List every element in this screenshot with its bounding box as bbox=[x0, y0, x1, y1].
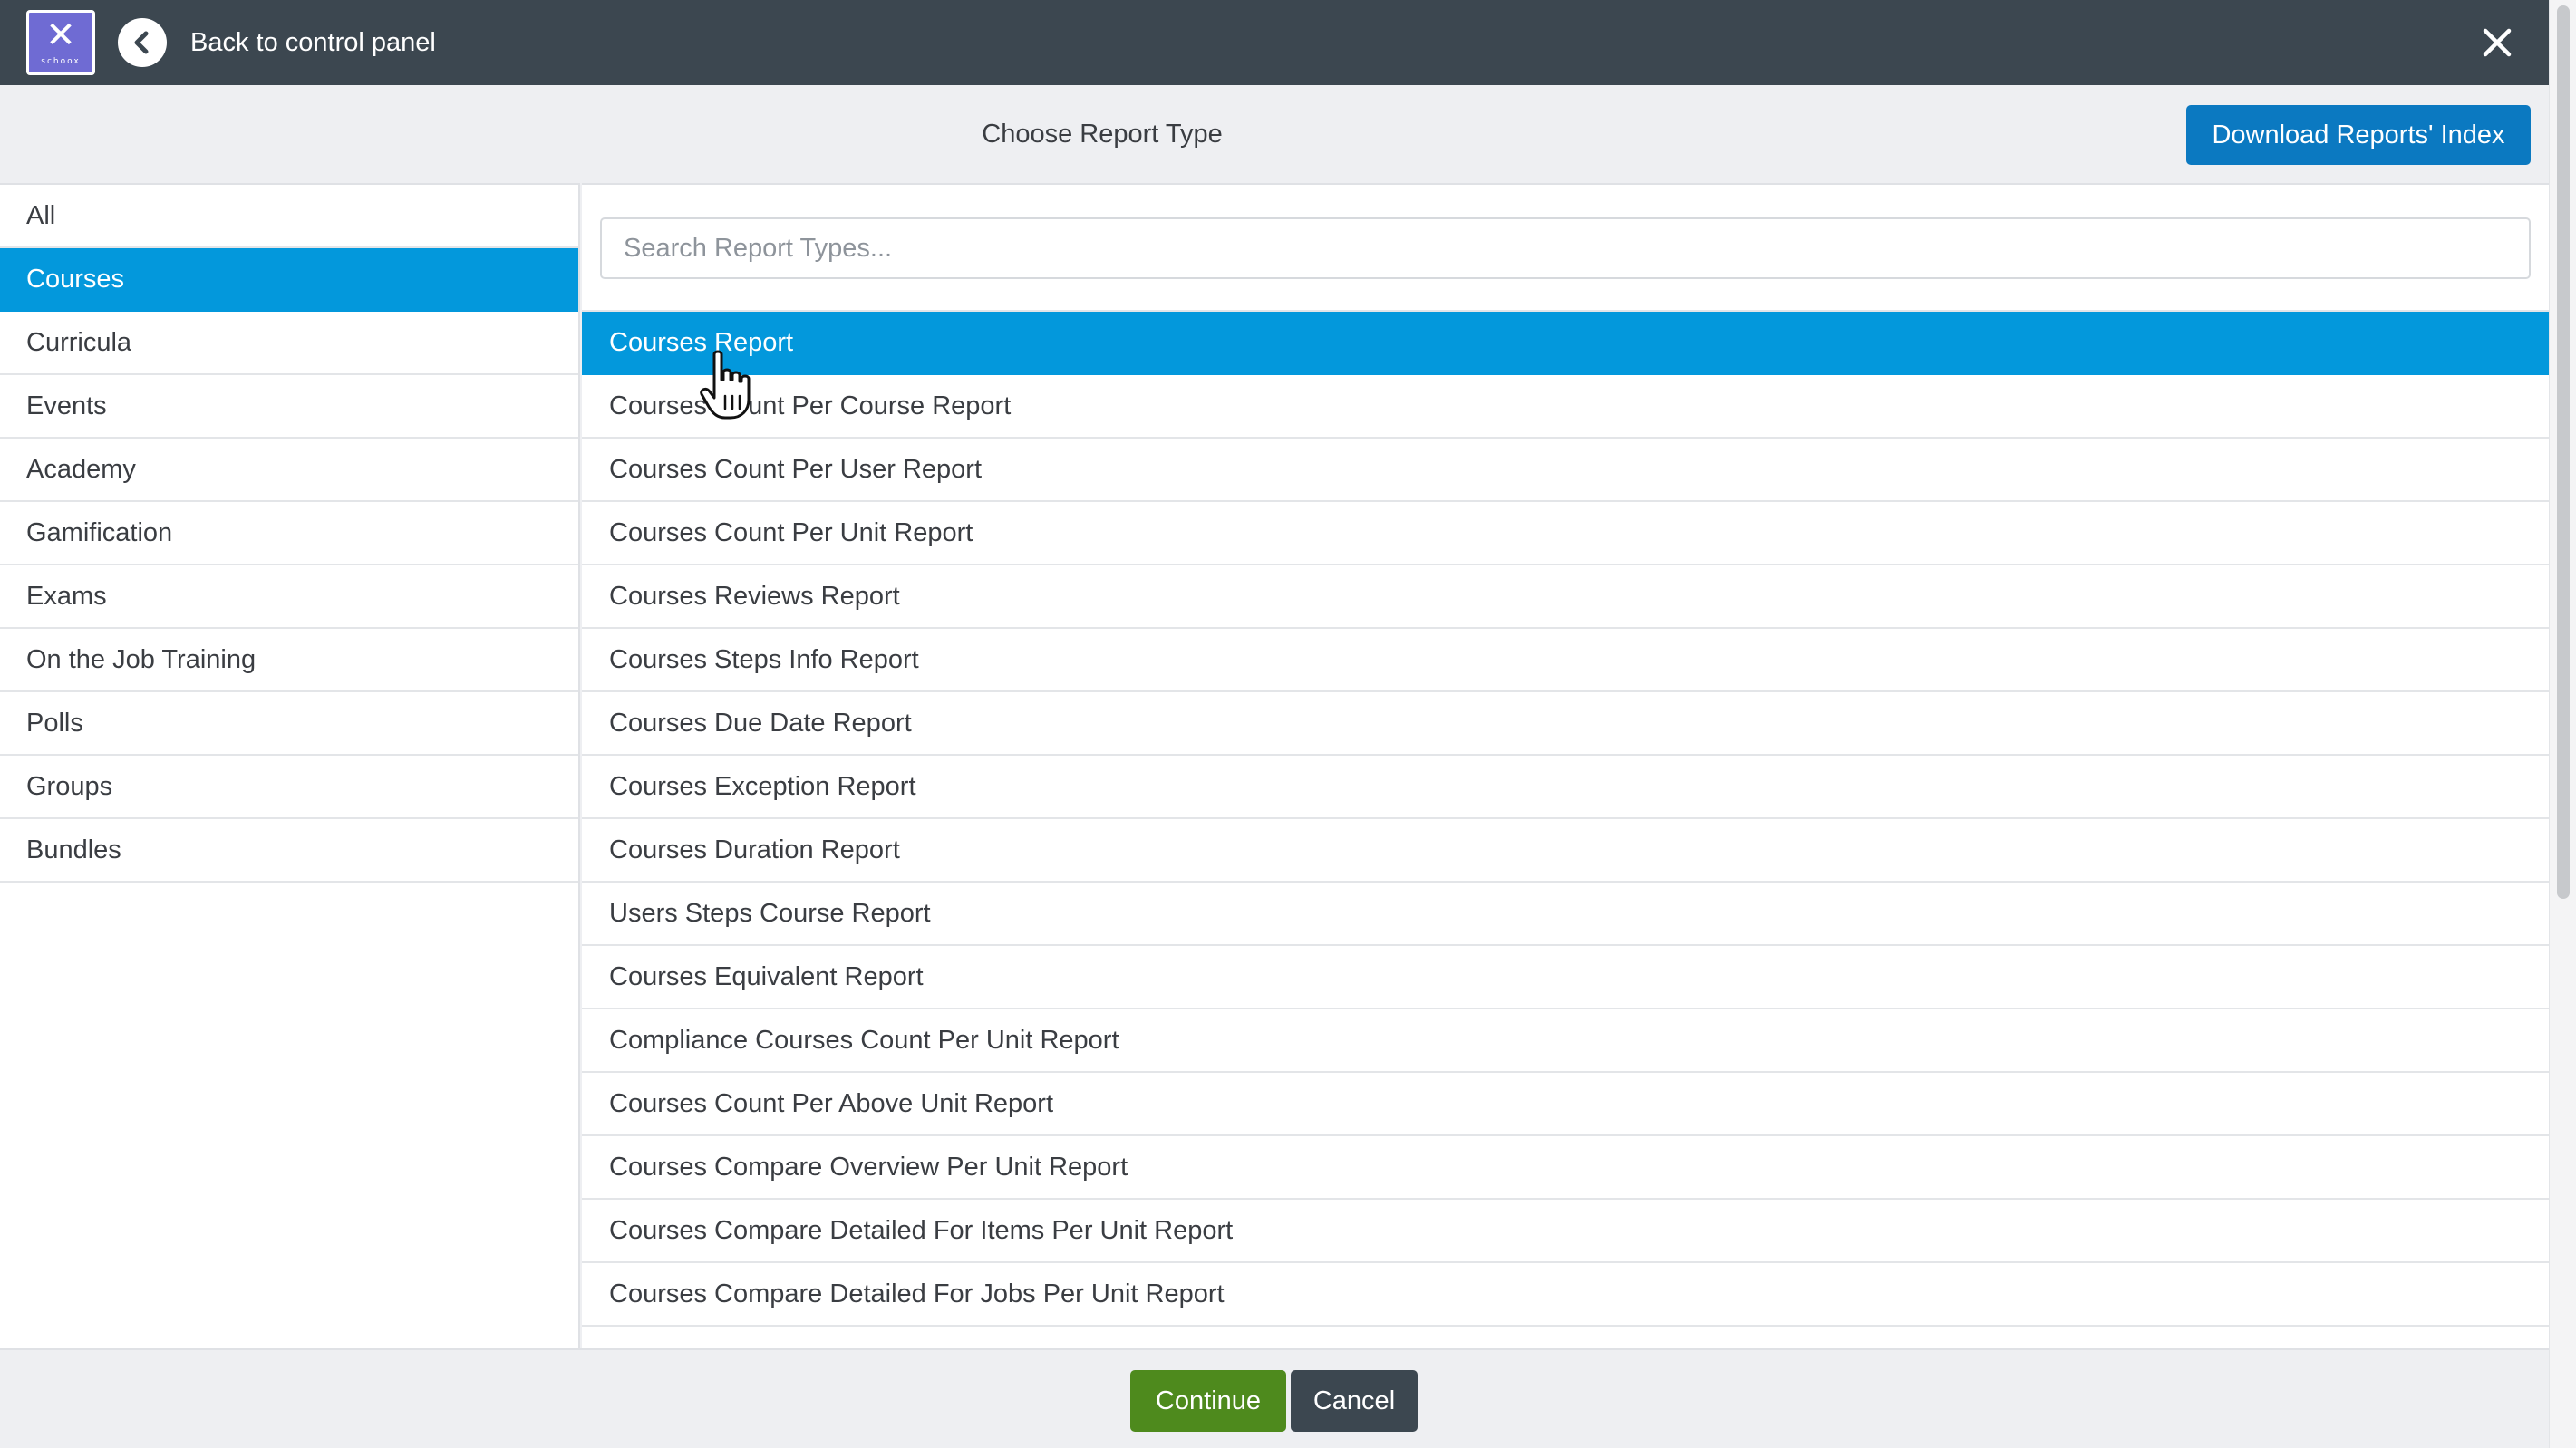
top-bar: ✕ schoox Back to control panel bbox=[0, 0, 2549, 85]
page-scrollbar[interactable] bbox=[2549, 0, 2576, 1448]
search-bar bbox=[582, 185, 2549, 312]
report-item-courses-compare-overview-per-unit[interactable]: Courses Compare Overview Per Unit Report bbox=[582, 1136, 2549, 1200]
continue-button[interactable]: Continue bbox=[1130, 1370, 1286, 1432]
schoox-logo-icon: ✕ schoox bbox=[26, 10, 95, 75]
chevron-left-icon bbox=[134, 31, 149, 54]
category-item-curricula[interactable]: Curricula bbox=[0, 312, 578, 375]
report-item-courses-steps-info[interactable]: Courses Steps Info Report bbox=[582, 629, 2549, 692]
logo-mark: ✕ bbox=[45, 14, 76, 56]
report-type-list-panel: Courses Report Courses Count Per Course … bbox=[582, 183, 2549, 1348]
report-item-courses-equivalent[interactable]: Courses Equivalent Report bbox=[582, 946, 2549, 1009]
report-item-courses-exception[interactable]: Courses Exception Report bbox=[582, 756, 2549, 819]
report-item-courses-duration[interactable]: Courses Duration Report bbox=[582, 819, 2549, 883]
logo-text: schoox bbox=[41, 57, 81, 66]
report-item-courses-count-per-user[interactable]: Courses Count Per User Report bbox=[582, 439, 2549, 502]
dialog-footer: Continue Cancel bbox=[0, 1348, 2549, 1448]
report-item-courses-due-date[interactable]: Courses Due Date Report bbox=[582, 692, 2549, 756]
report-type-list: Courses Report Courses Count Per Course … bbox=[582, 312, 2549, 1327]
category-item-gamification[interactable]: Gamification bbox=[0, 502, 578, 565]
category-item-bundles[interactable]: Bundles bbox=[0, 819, 578, 883]
close-button[interactable] bbox=[2474, 20, 2520, 65]
category-item-academy[interactable]: Academy bbox=[0, 439, 578, 502]
report-item-courses-reviews[interactable]: Courses Reviews Report bbox=[582, 565, 2549, 629]
category-list: All Courses Curricula Events Academy Gam… bbox=[0, 183, 580, 1348]
report-item-compliance-courses-count-per-unit[interactable]: Compliance Courses Count Per Unit Report bbox=[582, 1009, 2549, 1073]
report-item-courses-count-per-above-unit[interactable]: Courses Count Per Above Unit Report bbox=[582, 1073, 2549, 1136]
report-item-courses-count-per-unit[interactable]: Courses Count Per Unit Report bbox=[582, 502, 2549, 565]
report-item-courses-compare-detailed-items-per-unit[interactable]: Courses Compare Detailed For Items Per U… bbox=[582, 1200, 2549, 1263]
page-title: Choose Report Type bbox=[982, 120, 1223, 149]
back-to-control-panel-link[interactable]: Back to control panel bbox=[190, 0, 436, 85]
category-item-events[interactable]: Events bbox=[0, 375, 578, 439]
report-item-courses-report[interactable]: Courses Report bbox=[582, 312, 2549, 375]
report-item-courses-count-per-course[interactable]: Courses Count Per Course Report bbox=[582, 375, 2549, 439]
scrollbar-thumb[interactable] bbox=[2557, 5, 2570, 899]
download-reports-index-button[interactable]: Download Reports' Index bbox=[2186, 105, 2531, 165]
search-report-types-input[interactable] bbox=[600, 217, 2531, 279]
category-item-polls[interactable]: Polls bbox=[0, 692, 578, 756]
cancel-button[interactable]: Cancel bbox=[1291, 1370, 1418, 1432]
report-item-courses-compare-detailed-jobs-per-unit[interactable]: Courses Compare Detailed For Jobs Per Un… bbox=[582, 1263, 2549, 1327]
report-item-users-steps-course[interactable]: Users Steps Course Report bbox=[582, 883, 2549, 946]
category-item-courses[interactable]: Courses bbox=[0, 248, 578, 312]
dialog-header: Choose Report Type Download Reports' Ind… bbox=[0, 85, 2549, 183]
close-icon bbox=[2483, 28, 2512, 57]
category-item-groups[interactable]: Groups bbox=[0, 756, 578, 819]
back-button[interactable] bbox=[118, 18, 167, 67]
category-item-exams[interactable]: Exams bbox=[0, 565, 578, 629]
category-item-on-the-job-training[interactable]: On the Job Training bbox=[0, 629, 578, 692]
category-item-all[interactable]: All bbox=[0, 185, 578, 248]
